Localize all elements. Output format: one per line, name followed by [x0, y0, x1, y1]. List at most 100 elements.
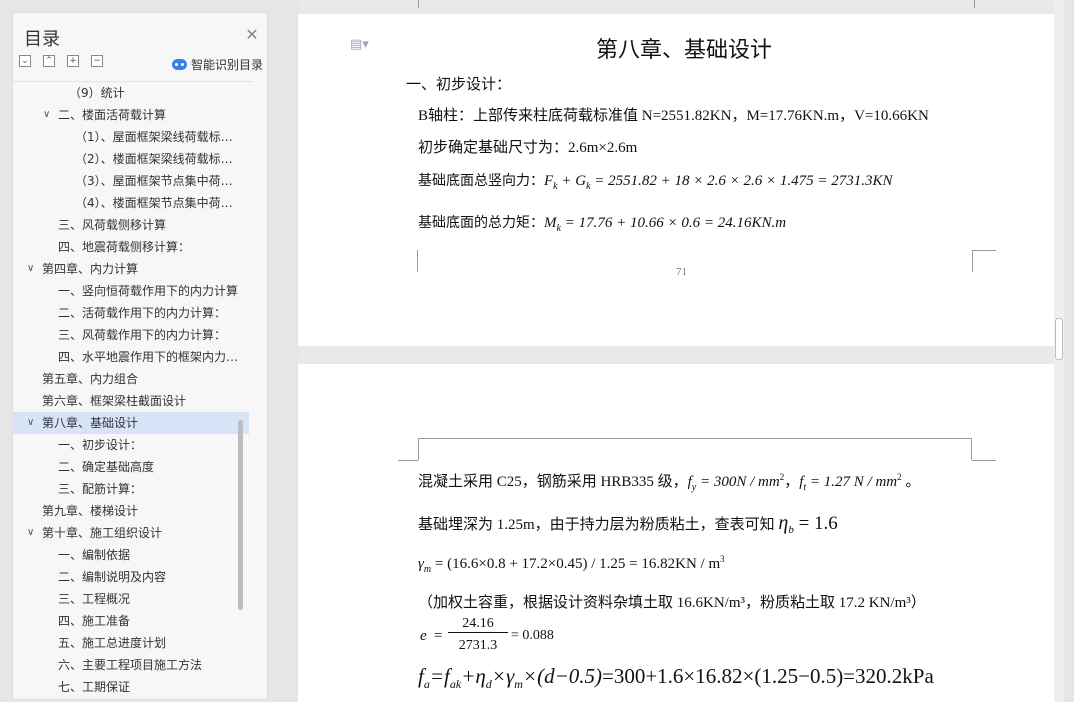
page-number: 71	[676, 266, 687, 278]
toc-item-label: 三、配筋计算：	[58, 482, 143, 496]
chevron-down-icon[interactable]: ∨	[27, 522, 34, 544]
page-corner-mark	[418, 0, 419, 8]
page-corner-mark	[398, 460, 418, 461]
toc-item-label: 四、施工准备	[58, 614, 131, 628]
formula-denominator: 2731.3	[458, 638, 498, 653]
toc-item[interactable]: （4）、楼面框架节点集中荷载标准值	[13, 192, 253, 214]
page-corner-mark	[398, 250, 418, 272]
close-icon[interactable]: ✕	[243, 25, 261, 44]
formula-label: 基础底面总竖向力：	[418, 173, 544, 189]
add-heading-icon[interactable]: +	[67, 55, 79, 67]
toc-item[interactable]: 二、编制说明及内容	[13, 566, 253, 588]
body-text-span: 基础埋深为 1.25m，由于持力层为粉质粘土，查表可知	[418, 517, 775, 533]
formula-symbol: F	[544, 173, 554, 189]
toc-item[interactable]: 四、施工准备	[13, 610, 253, 632]
toc-title: 目录	[24, 29, 60, 50]
toc-item[interactable]: 七、工期保证	[13, 676, 253, 696]
toc-item[interactable]: 三、工程概况	[13, 588, 253, 610]
toc-item-label: 二、楼面活荷载计算	[58, 108, 167, 122]
chevron-down-icon[interactable]: ∨	[43, 104, 50, 126]
toc-item-label: 二、活荷载作用下的内力计算：	[58, 306, 227, 320]
formula-value: = 2551.82 + 18 × 2.6 × 2.6 × 1.475 = 273…	[590, 173, 893, 189]
toc-panel: 目录 ✕ ⌄ ⌃ + − 智能识别目录 （9）统计 ∨ 二、楼面活荷载计算 （1）…	[12, 12, 268, 700]
toc-scrollbar[interactable]	[238, 420, 243, 610]
toc-item-label: （4）、楼面框架节点集中荷载标准值	[75, 196, 233, 210]
body-text-span: 混凝土采用 C25，钢筋采用 HRB335 级，	[418, 474, 688, 490]
toc-item-label: 三、风荷载侧移计算	[58, 218, 167, 232]
expand-all-icon[interactable]: ⌄	[19, 55, 31, 67]
toc-item[interactable]: 五、施工总进度计划	[13, 632, 253, 654]
toc-item-label: 五、施工总进度计划	[58, 636, 167, 650]
toc-item[interactable]: 二、活荷载作用下的内力计算：	[13, 302, 253, 324]
toc-item[interactable]: 三、风荷载侧移计算	[13, 214, 253, 236]
toc-item[interactable]: 六、主要工程项目施工方法	[13, 654, 253, 676]
toc-item[interactable]: 三、配筋计算：	[13, 478, 253, 500]
vertical-scrollbar[interactable]	[1054, 0, 1064, 702]
toc-item-label: 四、地震荷载侧移计算：	[58, 240, 191, 254]
toc-item[interactable]: ∨ 第十章、施工组织设计	[13, 522, 253, 544]
document-menu-icon[interactable]: ▤▾	[350, 37, 369, 52]
toc-item[interactable]: 三、风荷载作用下的内力计算：	[13, 324, 253, 346]
toc-item-label: （2）、楼面框架梁线荷载标准值	[75, 152, 233, 166]
body-text: 基础埋深为 1.25m，由于持力层为粉质粘土，查表可知 ηb = 1.6	[418, 512, 838, 536]
toc-item[interactable]: 四、水平地震作用下的框架内力计算	[13, 346, 253, 368]
smart-toc-button[interactable]: 智能识别目录	[171, 56, 263, 73]
document-area[interactable]: ▤▾ 第八章、基础设计 一、初步设计： B轴柱：上部传来柱底荷载标准值 N=25…	[298, 0, 1064, 702]
scrollbar-thumb[interactable]	[1055, 318, 1063, 360]
toc-item-label: 四、水平地震作用下的框架内力计算	[58, 350, 241, 364]
toc-item-label: （1）、屋面框架梁线荷载标准值	[75, 130, 233, 144]
smart-toc-label: 智能识别目录	[190, 58, 263, 72]
toc-item[interactable]: 一、编制依据	[13, 544, 253, 566]
toc-item-label: 三、风荷载作用下的内力计算：	[58, 328, 227, 342]
formula-value: = 17.76 + 10.66 × 0.6 = 24.16KN.m	[560, 215, 787, 231]
toc-item[interactable]: 一、竖向恒荷载作用下的内力计算	[13, 280, 253, 302]
toc-item[interactable]: （1）、屋面框架梁线荷载标准值	[13, 126, 253, 148]
toc-item-label: 第六章、框架梁柱截面设计	[42, 394, 187, 408]
body-text: 初步确定基础尺寸为：2.6m×2.6m	[418, 140, 638, 156]
section-heading: 一、初步设计：	[406, 75, 512, 93]
formula-value: = 1.27 N / mm	[806, 474, 898, 490]
toc-item-label: 第五章、内力组合	[42, 372, 139, 386]
formula-numerator: 24.16	[448, 616, 508, 633]
formula-moment: 基础底面的总力矩：Mk = 17.76 + 10.66 × 0.6 = 24.1…	[418, 215, 787, 234]
formula-value: = 0.088	[511, 628, 554, 643]
formula-value: =300+1.6×16.82×(1.25−0.5)=320.2kPa	[601, 664, 934, 688]
toc-item[interactable]: （3）、屋面框架节点集中荷载标准值	[13, 170, 253, 192]
toc-item[interactable]: 四、地震荷载侧移计算：	[13, 236, 253, 258]
chevron-down-icon[interactable]: ∨	[27, 412, 34, 434]
document-page: 混凝土采用 C25，钢筋采用 HRB335 级，fy = 300N / mm2，…	[298, 364, 1064, 702]
toc-item[interactable]: 第九章、楼梯设计	[13, 500, 253, 522]
toc-item[interactable]: ∨ 第四章、内力计算	[13, 258, 253, 280]
document-page: ▤▾ 第八章、基础设计 一、初步设计： B轴柱：上部传来柱底荷载标准值 N=25…	[298, 0, 1064, 346]
remove-heading-icon[interactable]: −	[91, 55, 103, 67]
formula-label: 基础底面的总力矩：	[418, 215, 544, 231]
toc-item[interactable]: （2）、楼面框架梁线荷载标准值	[13, 148, 253, 170]
toc-item-active[interactable]: ∨ 第八章、基础设计	[13, 412, 249, 434]
toc-list[interactable]: （9）统计 ∨ 二、楼面活荷载计算 （1）、屋面框架梁线荷载标准值 （2）、楼面框…	[13, 81, 253, 696]
toc-item-label: 二、编制说明及内容	[58, 570, 167, 584]
toc-item-label: 第八章、基础设计	[42, 416, 139, 430]
chapter-title: 第八章、基础设计	[596, 38, 773, 63]
formula-bearing-capacity: fa=fak+ηd×γm×(d−0.5)=300+1.6×16.82×(1.25…	[418, 664, 934, 692]
toc-item-label: 一、编制依据	[58, 548, 131, 562]
app-window: 目录 ✕ ⌄ ⌃ + − 智能识别目录 （9）统计 ∨ 二、楼面活荷载计算 （1）…	[0, 0, 1074, 702]
formula-value: = 1.6	[793, 513, 838, 534]
page-corner-mark	[974, 0, 975, 8]
toc-item-label: （9）统计	[69, 86, 125, 100]
toc-item[interactable]: 二、确定基础高度	[13, 456, 253, 478]
toc-item[interactable]: （9）统计	[13, 82, 253, 104]
page-corner-mark	[972, 250, 996, 272]
toc-item[interactable]: ∨ 二、楼面活荷载计算	[13, 104, 253, 126]
body-text: 混凝土采用 C25，钢筋采用 HRB335 级，fy = 300N / mm2，…	[418, 472, 921, 493]
toc-item[interactable]: 第六章、框架梁柱截面设计	[13, 390, 253, 412]
toc-item-label: 第九章、楼梯设计	[42, 504, 139, 518]
toc-item-label: 七、工期保证	[58, 680, 131, 694]
toc-item[interactable]: 第五章、内力组合	[13, 368, 253, 390]
formula-vertical-force: 基础底面总竖向力：Fk + Gk = 2551.82 + 18 × 2.6 × …	[418, 173, 893, 192]
chevron-down-icon[interactable]: ∨	[27, 258, 34, 280]
collapse-all-icon[interactable]: ⌃	[43, 55, 55, 67]
toc-item-label: 一、竖向恒荷载作用下的内力计算	[58, 284, 239, 298]
robot-icon	[171, 59, 187, 70]
toc-item-label: （3）、屋面框架节点集中荷载标准值	[75, 174, 233, 188]
toc-item[interactable]: 一、初步设计：	[13, 434, 253, 456]
